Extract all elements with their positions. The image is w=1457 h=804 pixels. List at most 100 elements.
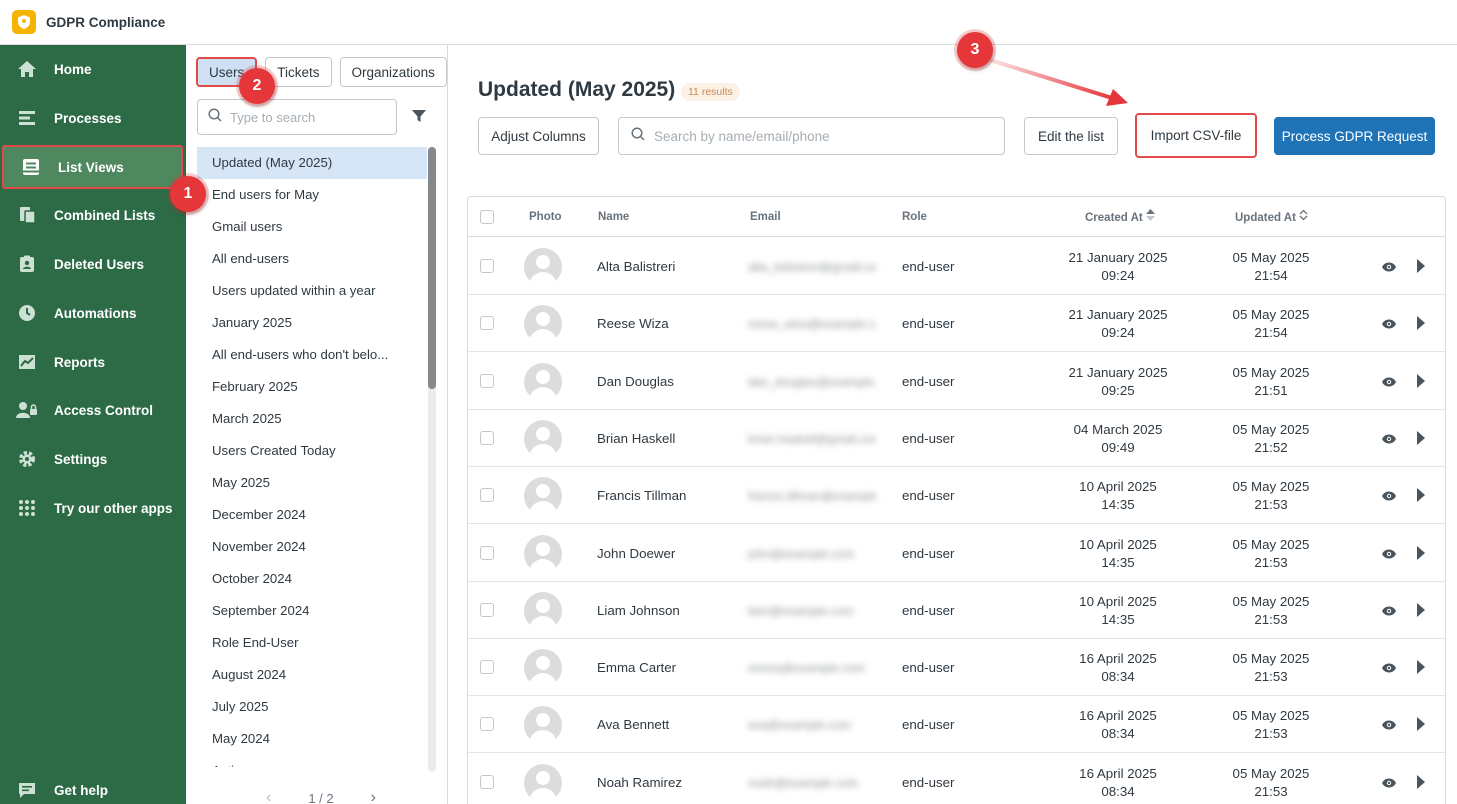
row-checkbox[interactable] [480,259,494,273]
list-item[interactable]: August 2024 [197,659,427,691]
header-role[interactable]: Role [902,211,927,223]
nav-item-combined-lists[interactable]: Combined Lists [0,193,186,237]
user-name[interactable]: Noah Ramirez [597,775,682,790]
list-item[interactable]: Role End-User [197,627,427,659]
expand-row-icon[interactable] [1416,316,1425,333]
list-item[interactable]: Users Created Today [197,435,427,467]
list-item[interactable]: Users updated within a year [197,275,427,307]
user-name[interactable]: Ava Bennett [597,717,669,732]
row-checkbox[interactable] [480,602,494,617]
user-name[interactable]: Liam Johnson [597,603,680,618]
process-gdpr-request-button[interactable]: Process GDPR Request [1274,117,1435,155]
import-csv-button[interactable]: Import CSV-file [1135,113,1257,158]
user-name[interactable]: Francis Tillman [597,488,686,503]
expand-row-icon[interactable] [1416,259,1425,276]
row-checkbox[interactable] [480,430,494,445]
list-item[interactable]: July 2025 [197,691,427,723]
list-item[interactable]: February 2025 [197,371,427,403]
row-checkbox[interactable] [480,660,494,675]
adjust-columns-button[interactable]: Adjust Columns [478,117,599,155]
user-name[interactable]: John Doewer [597,546,675,561]
nav-item-deleted-users[interactable]: Deleted Users [0,242,186,286]
nav-item-automations[interactable]: Automations [0,291,186,335]
table-row[interactable]: Brian Haskell brian.haskell@gmail.com end-… [468,410,1445,467]
view-eye-icon[interactable] [1382,718,1396,733]
scrollbar-thumb[interactable] [428,147,436,389]
view-eye-icon[interactable] [1382,604,1396,619]
header-updated-at[interactable]: Updated At [1235,209,1308,224]
table-row[interactable]: Alta Balistreri alta_balistreri@gmail.com… [468,238,1445,295]
row-checkbox[interactable] [480,774,494,789]
user-name[interactable]: Brian Haskell [597,431,675,446]
row-checkbox[interactable] [480,316,494,331]
row-checkbox[interactable] [480,373,494,388]
expand-row-icon[interactable] [1416,430,1425,448]
list-item[interactable]: All end-users who don't belo... [197,339,427,371]
table-row[interactable]: Dan Douglas dan_douglas@example.com end-us… [468,353,1445,410]
view-eye-icon[interactable] [1382,776,1396,791]
user-name[interactable]: Reese Wiza [597,316,669,331]
user-name[interactable]: Dan Douglas [597,374,674,389]
expand-row-icon[interactable] [1416,660,1425,677]
list-item[interactable]: September 2024 [197,595,427,627]
row-checkbox[interactable] [480,717,494,732]
row-checkbox[interactable] [480,488,494,503]
list-item[interactable]: May 2025 [197,467,427,499]
list-item[interactable]: Active users [197,755,427,767]
nav-item-other-apps[interactable]: Try our other apps [0,486,186,530]
view-eye-icon[interactable] [1382,547,1396,562]
view-eye-icon[interactable] [1382,260,1396,275]
list-item[interactable]: March 2025 [197,403,427,435]
view-eye-icon[interactable] [1382,317,1396,332]
expand-row-icon[interactable] [1416,488,1425,505]
expand-row-icon[interactable] [1416,373,1425,391]
table-row[interactable]: Liam Johnson liam@example.com end-user 10 A… [468,582,1445,639]
list-item[interactable]: May 2024 [197,723,427,755]
nav-item-reports[interactable]: Reports [0,340,186,384]
list-scrollbar[interactable] [428,147,436,772]
pager-prev-button[interactable]: ‹ [266,789,271,804]
list-item[interactable]: December 2024 [197,499,427,531]
edit-list-button[interactable]: Edit the list [1024,117,1118,155]
list-item[interactable]: Updated (May 2025) [197,147,427,179]
list-item[interactable]: All end-users [197,243,427,275]
list-item[interactable]: November 2024 [197,531,427,563]
nav-item-get-help[interactable]: Get help [0,768,186,804]
header-name[interactable]: Name [598,211,629,223]
nav-item-list-views[interactable]: List Views [2,145,183,189]
header-created-at[interactable]: Created At [1085,209,1155,224]
nav-item-access-control[interactable]: Access Control [0,388,186,432]
list-item[interactable]: Gmail users [197,211,427,243]
list-search-input[interactable] [230,109,380,125]
expand-row-icon[interactable] [1416,717,1425,734]
table-row[interactable]: Noah Ramirez noah@example.com end-user 16 A… [468,754,1445,804]
view-eye-icon[interactable] [1382,661,1396,676]
table-row[interactable]: Francis Tillman francis.tillman@example.c… [468,467,1445,525]
row-checkbox[interactable] [480,545,494,560]
user-name[interactable]: Alta Balistreri [597,259,675,274]
table-row[interactable]: John Doewer john@example.com end-user 10 Ap… [468,525,1445,582]
filter-icon[interactable] [412,109,426,128]
view-eye-icon[interactable] [1382,432,1396,447]
select-all-checkbox[interactable] [480,210,494,224]
user-search-input[interactable] [654,128,984,144]
nav-item-processes[interactable]: Processes [0,96,186,140]
expand-row-icon[interactable] [1416,774,1425,792]
header-email[interactable]: Email [750,211,781,223]
list-item[interactable]: End users for May [197,179,427,211]
nav-item-home[interactable]: Home [0,47,186,91]
view-eye-icon[interactable] [1382,375,1396,390]
list-item[interactable]: October 2024 [197,563,427,595]
expand-row-icon[interactable] [1416,545,1425,563]
tab-tickets[interactable]: Tickets [265,57,332,87]
table-row[interactable]: Ava Bennett ava@example.com end-user 16 Apr… [468,696,1445,754]
expand-row-icon[interactable] [1416,602,1425,620]
tab-organizations[interactable]: Organizations [339,57,447,87]
table-row[interactable]: Reese Wiza reese_wiza@example.com end-user… [468,295,1445,353]
table-row[interactable]: Emma Carter emma@example.com end-user 16 Ap… [468,639,1445,697]
user-name[interactable]: Emma Carter [597,660,676,675]
list-item[interactable]: January 2025 [197,307,427,339]
nav-item-settings[interactable]: Settings [0,437,186,481]
view-eye-icon[interactable] [1382,489,1396,504]
pager-next-button[interactable]: › [371,789,376,804]
